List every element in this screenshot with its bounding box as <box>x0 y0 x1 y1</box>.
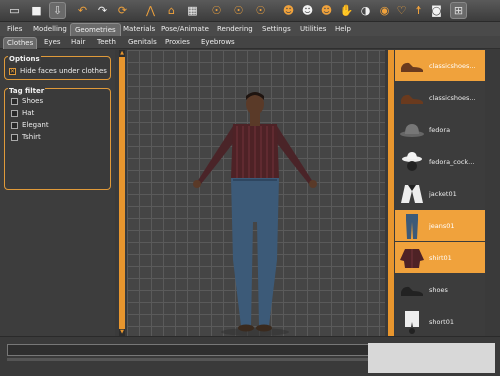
item-label: classicshoes... <box>429 61 476 70</box>
shirt-icon <box>395 242 429 273</box>
tag-hat-label: Hat <box>22 109 35 117</box>
jacket-icon <box>395 178 429 209</box>
right-panel-splitter[interactable] <box>388 50 394 336</box>
save-icon[interactable]: ■ <box>28 2 45 19</box>
clothes-list: classicshoes... classicshoes... fedora f… <box>395 50 485 336</box>
item-label: shoes <box>429 285 448 294</box>
list-item[interactable]: jeans01 <box>395 210 485 241</box>
subtab-hair[interactable]: Hair <box>68 37 88 49</box>
tag-tshirt-checkbox[interactable] <box>11 133 18 141</box>
lips-icon[interactable]: ♡ <box>393 2 410 19</box>
list-item[interactable]: fedora <box>395 114 485 145</box>
tag-tshirt-label: Tshirt <box>22 133 41 141</box>
toolbar: ▭ ■ ⇩ ↶ ↷ ⟳ ⋀ ⌂ ▦ ☉ ☉ ☉ ☻ ☻ ☻ ✋ ◑ ◉ ♡ ☨ … <box>0 0 500 22</box>
subtab-eyes[interactable]: Eyes <box>41 37 64 49</box>
tag-filter-title: Tag filter <box>8 87 46 95</box>
list-item[interactable]: fedora_cock... <box>395 146 485 177</box>
subtab-clothes[interactable]: Clothes <box>3 37 38 49</box>
item-label: jacket01 <box>429 189 457 198</box>
hide-faces-label: Hide faces under clothes <box>20 67 107 75</box>
shoe-icon <box>395 82 429 113</box>
hat-icon <box>395 146 429 177</box>
shoe-icon <box>395 50 429 81</box>
export-icon[interactable]: ⇩ <box>49 2 66 19</box>
hat-icon <box>395 114 429 145</box>
ear-icon[interactable]: ◑ <box>357 2 374 19</box>
hand-icon[interactable]: ✋ <box>338 2 355 19</box>
tag-hat[interactable]: Hat <box>11 108 34 118</box>
options-title: Options <box>8 55 41 63</box>
item-label: shirt01 <box>429 253 452 262</box>
list-item[interactable]: shoes <box>395 274 485 305</box>
tab-rendering[interactable]: Rendering <box>213 23 257 36</box>
list-item[interactable]: jacket01 <box>395 178 485 209</box>
jeans-icon <box>395 210 429 241</box>
pose-1-icon[interactable]: ☉ <box>208 2 225 19</box>
grid-icon[interactable]: ⊞ <box>450 2 467 19</box>
hide-faces-checkbox[interactable]: ✕ <box>9 67 16 75</box>
human-model[interactable] <box>189 90 323 336</box>
right-scroll-thumb[interactable] <box>388 50 394 336</box>
item-label: fedora_cock... <box>429 157 475 166</box>
item-label: jeans01 <box>429 221 455 230</box>
options-group: Options ✕ Hide faces under clothes <box>4 55 111 80</box>
subtab-genitals[interactable]: Genitals <box>125 37 160 49</box>
tag-hat-checkbox[interactable] <box>11 109 18 117</box>
new-icon[interactable]: ▭ <box>6 2 23 19</box>
3d-viewport[interactable] <box>127 50 385 336</box>
item-label: fedora <box>429 125 451 134</box>
tab-settings[interactable]: Settings <box>258 23 295 36</box>
tab-files[interactable]: Files <box>3 23 26 36</box>
pose-3-icon[interactable]: ☉ <box>252 2 269 19</box>
tab-help[interactable]: Help <box>331 23 355 36</box>
body-icon[interactable]: ☨ <box>410 2 427 19</box>
tag-elegant-label: Elegant <box>22 121 49 129</box>
left-scroll-thumb[interactable] <box>119 57 125 329</box>
smooth-icon[interactable]: ⌂ <box>163 2 180 19</box>
eye-icon[interactable]: ◉ <box>376 2 393 19</box>
status-bar <box>0 336 500 376</box>
tab-materials[interactable]: Materials <box>119 23 159 36</box>
checker-icon[interactable]: ▦ <box>184 2 201 19</box>
pose-2-icon[interactable]: ☉ <box>230 2 247 19</box>
tab-modelling[interactable]: Modelling <box>29 23 71 36</box>
main-tab-bar: Files Modelling Geometries Materials Pos… <box>0 22 500 36</box>
left-panel-splitter[interactable]: ▲ ▼ <box>119 50 125 336</box>
list-item[interactable]: short01 <box>395 306 485 336</box>
left-panel: Options ✕ Hide faces under clothes Tag f… <box>0 50 115 336</box>
undo-icon[interactable]: ↶ <box>74 2 91 19</box>
scroll-down-icon[interactable]: ▼ <box>119 330 125 335</box>
item-label: short01 <box>429 317 454 326</box>
tag-shoes-label: Shoes <box>22 97 44 105</box>
scroll-up-icon[interactable]: ▲ <box>119 51 125 56</box>
subtab-proxies[interactable]: Proxies <box>162 37 193 49</box>
shoe-icon <box>395 274 429 305</box>
hide-faces-option[interactable]: ✕ Hide faces under clothes <box>9 66 107 76</box>
sub-tab-bar: Clothes Eyes Hair Teeth Genitals Proxies… <box>0 36 500 49</box>
tab-utilities[interactable]: Utilities <box>296 23 330 36</box>
reset-icon[interactable]: ⟳ <box>114 2 131 19</box>
tag-tshirt[interactable]: Tshirt <box>11 132 41 142</box>
tag-elegant-checkbox[interactable] <box>11 121 18 129</box>
list-item[interactable]: classicshoes... <box>395 82 485 113</box>
item-label: classicshoes... <box>429 93 476 102</box>
symmetry-icon[interactable]: ⋀ <box>142 2 159 19</box>
head-back-icon[interactable]: ☻ <box>318 2 335 19</box>
tag-shoes[interactable]: Shoes <box>11 96 43 106</box>
status-overlay <box>368 343 495 373</box>
camera-icon[interactable]: ◙ <box>428 2 445 19</box>
tab-pose-animate[interactable]: Pose/Animate <box>157 23 213 36</box>
shorts-icon <box>395 306 429 336</box>
list-item[interactable]: shirt01 <box>395 242 485 273</box>
tag-shoes-checkbox[interactable] <box>11 97 18 105</box>
tag-filter-group: Tag filter Shoes Hat Elegant Tshirt <box>4 87 111 190</box>
head-side-icon[interactable]: ☻ <box>299 2 316 19</box>
subtab-eyebrows[interactable]: Eyebrows <box>198 37 238 49</box>
head-front-icon[interactable]: ☻ <box>280 2 297 19</box>
subtab-teeth[interactable]: Teeth <box>94 37 119 49</box>
tag-elegant[interactable]: Elegant <box>11 120 49 130</box>
list-item[interactable]: classicshoes... <box>395 50 485 81</box>
tab-geometries[interactable]: Geometries <box>70 23 121 36</box>
redo-icon[interactable]: ↷ <box>94 2 111 19</box>
